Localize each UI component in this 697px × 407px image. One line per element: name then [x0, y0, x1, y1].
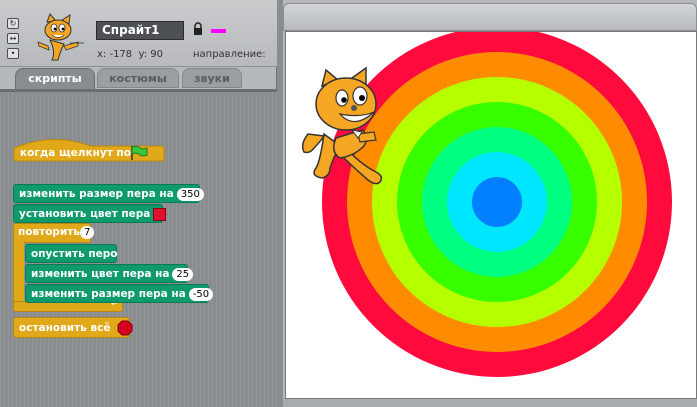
pen-size-input[interactable]: 350 — [176, 187, 204, 201]
sprite-thumbnail[interactable] — [34, 12, 86, 64]
pen-down-label: опустить перо — [31, 248, 118, 260]
sprite-name-field[interactable]: Спрайт1 — [96, 21, 184, 40]
change-pen-color-label: изменить цвет пера на — [31, 268, 170, 280]
sprite-panel: ↻ ↔ • Спрайт1 x: -178 y: 90 направление:… — [0, 0, 277, 407]
lock-icon[interactable] — [193, 22, 203, 36]
stage[interactable] — [285, 31, 697, 399]
green-flag-icon — [131, 145, 148, 160]
set-pen-color-label: установить цвет пера — [19, 208, 151, 220]
stage-footer — [283, 399, 697, 407]
when-flag-clicked-block[interactable]: когда щелкнут по — [13, 138, 165, 162]
flip-icon[interactable]: ↔ — [7, 33, 19, 44]
sprite-coordinates: x: -178 y: 90 — [97, 49, 163, 60]
repeat-label: повторить — [18, 226, 81, 238]
stop-all-label: остановить всё — [19, 322, 111, 334]
rainbow-rings — [322, 32, 672, 377]
tab-bar: скрипты костюмы звуки — [0, 66, 277, 90]
stop-all-block[interactable]: остановить всё — [13, 317, 133, 338]
tab-sounds[interactable]: звуки — [182, 68, 242, 88]
no-rotate-icon[interactable]: • — [7, 48, 19, 59]
scripts-area[interactable]: когда щелкнут по изменить размер пера на… — [0, 89, 277, 407]
stage-toolbar — [283, 3, 697, 31]
repeat-count-input[interactable]: 7 — [80, 226, 95, 239]
change-pen-size-block[interactable]: изменить размер пера на -50 — [25, 284, 214, 303]
set-pen-size-label: изменить размер пера на — [19, 188, 174, 200]
stop-sign-icon — [117, 320, 133, 336]
change-pen-size-label: изменить размер пера на — [31, 288, 186, 300]
direction-label: направление: — [193, 49, 266, 60]
tab-costumes[interactable]: костюмы — [97, 68, 179, 88]
rotate-icon[interactable]: ↻ — [7, 18, 19, 29]
pen-color-input[interactable] — [153, 207, 167, 221]
pen-down-block[interactable]: опустить перо — [25, 244, 117, 263]
stage-panel — [283, 0, 697, 407]
ring-7 — [472, 177, 522, 227]
pen-color-swatch — [211, 29, 226, 33]
repeat-block-side — [13, 241, 24, 303]
sprite-info-bar: ↻ ↔ • Спрайт1 x: -178 y: 90 направление: — [0, 0, 277, 67]
set-pen-color-block[interactable]: установить цвет пера — [13, 204, 167, 223]
set-pen-size-block[interactable]: изменить размер пера на 350 — [13, 184, 204, 203]
change-pen-color-block[interactable]: изменить цвет пера на 25 — [25, 264, 194, 283]
hat-block-label: когда щелкнут по — [20, 147, 131, 159]
scratch-window: ↻ ↔ • Спрайт1 x: -178 y: 90 направление:… — [0, 0, 697, 407]
size-change-input[interactable]: -50 — [188, 287, 214, 301]
color-change-input[interactable]: 25 — [172, 267, 194, 281]
stage-canvas — [301, 32, 672, 377]
tab-scripts[interactable]: скрипты — [15, 68, 95, 90]
